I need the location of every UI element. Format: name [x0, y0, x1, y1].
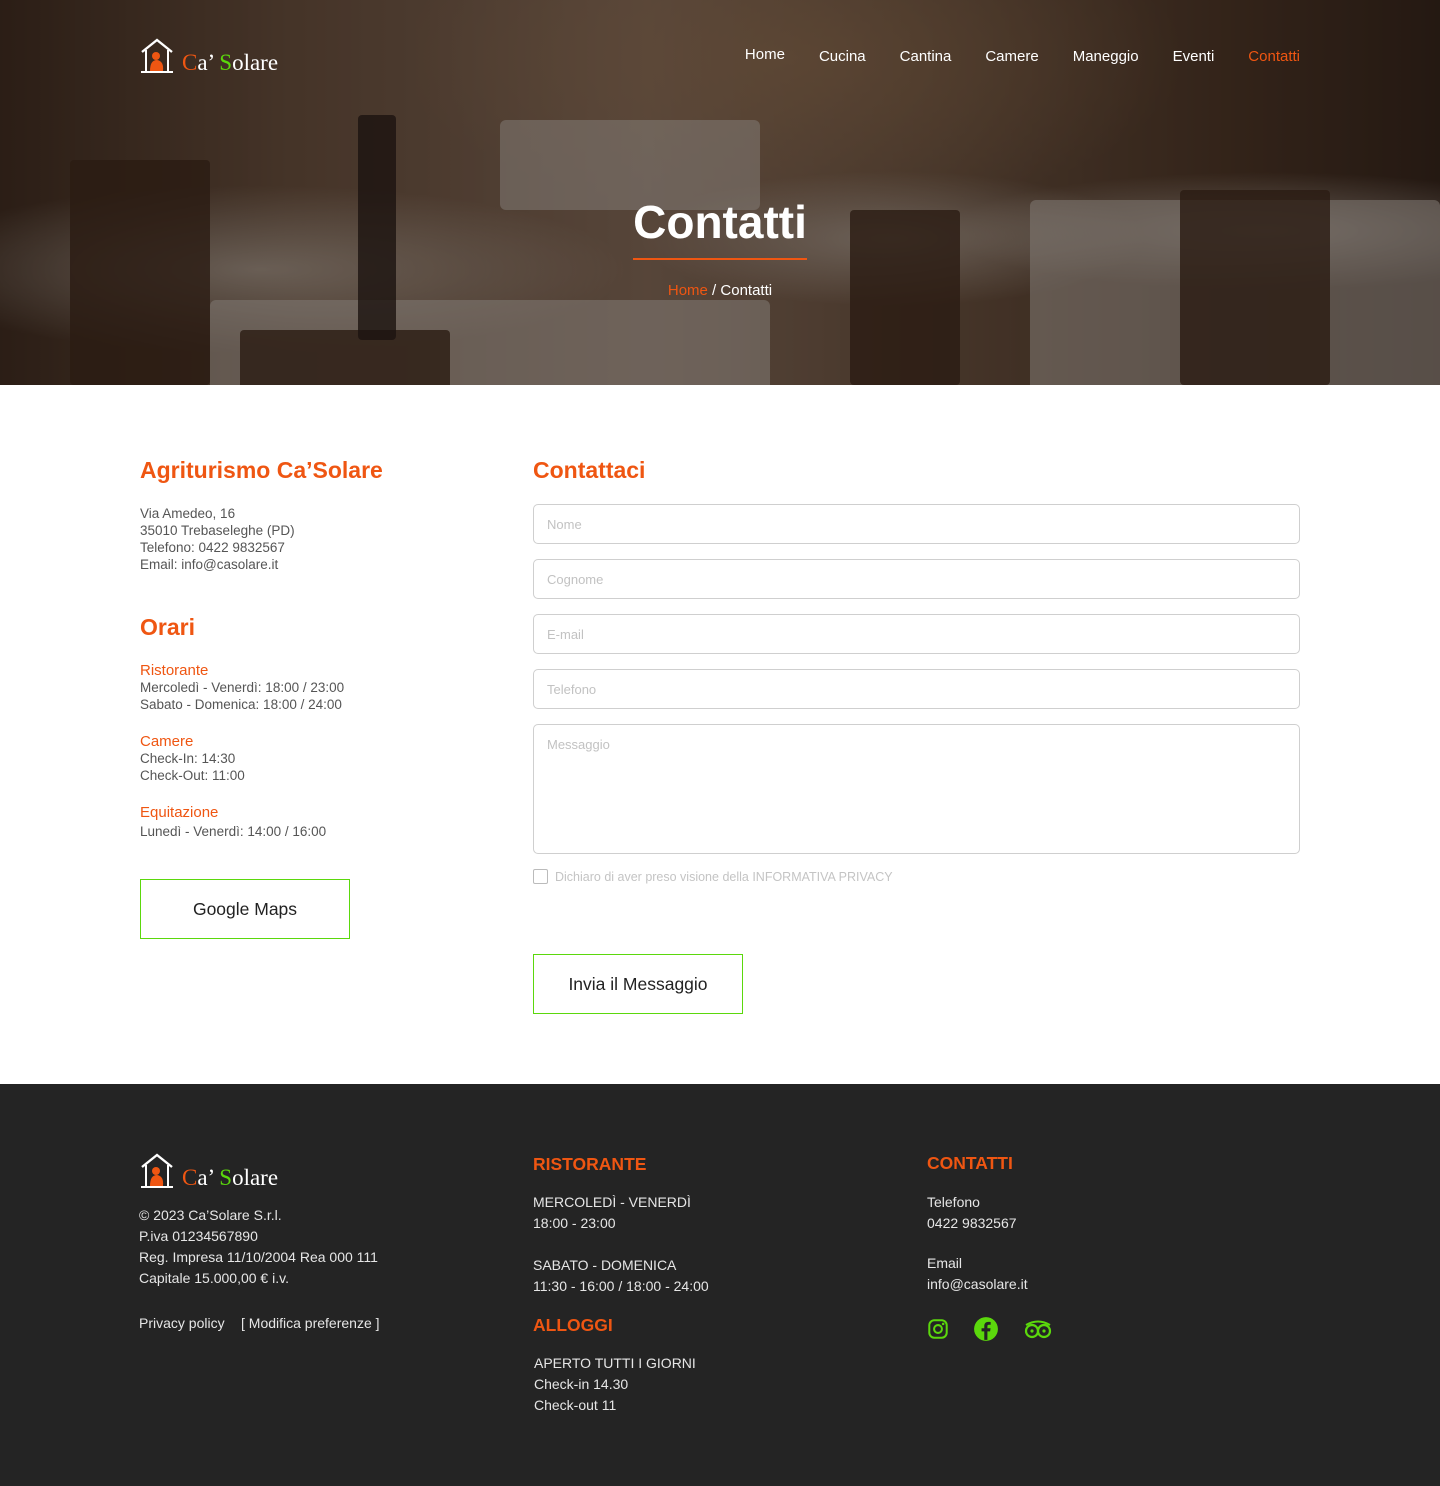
tripadvisor-icon[interactable] — [1023, 1319, 1053, 1344]
footer-alloggi-line-2: Check-in 14.30 — [534, 1376, 629, 1392]
footer-alloggi-title: ALLOGGI — [533, 1315, 613, 1335]
messaggio-textarea[interactable] — [534, 725, 1299, 853]
nome-field[interactable] — [533, 504, 1300, 544]
info-title: Agriturismo Ca’Solare — [140, 457, 383, 483]
ristorante-label: Ristorante — [140, 662, 209, 679]
cookie-preferences-link[interactable]: [ Modifica preferenze ] — [241, 1313, 380, 1334]
phone-text: Telefono: 0422 9832567 — [140, 540, 285, 555]
cognome-field[interactable] — [533, 559, 1300, 599]
hero-banner: Ca’ Solare Home Cucina Cantina Camere Ma… — [0, 0, 1440, 385]
breadcrumb: Home / Contatti — [0, 282, 1440, 299]
camere-label: Camere — [140, 733, 194, 750]
nav-item-home[interactable]: Home — [745, 46, 785, 63]
nav-item-contatti[interactable]: Contatti — [1248, 48, 1300, 65]
cognome-input[interactable] — [534, 560, 1299, 598]
footer-reg: Reg. Impresa 11/10/2004 Rea 000 111 — [139, 1249, 378, 1265]
logo[interactable]: Ca’ Solare — [140, 38, 278, 74]
email-text: Email: info@casolare.it — [140, 557, 279, 572]
messaggio-field[interactable] — [533, 724, 1300, 854]
breadcrumb-current: Contatti — [720, 282, 773, 299]
footer-rist-days-1: MERCOLEDÌ - VENERDÌ — [533, 1194, 691, 1210]
contact-section: Agriturismo Ca’Solare Via Amedeo, 16 350… — [0, 385, 1440, 1084]
footer-alloggi-line-3: Check-out 11 — [534, 1397, 617, 1413]
facebook-icon[interactable] — [973, 1316, 999, 1347]
footer-piva: P.iva 01234567890 — [139, 1228, 258, 1244]
footer-logo-wordmark: Ca’ Solare — [182, 1165, 279, 1190]
privacy-consent[interactable]: Dichiaro di aver preso visione della INF… — [533, 869, 893, 884]
footer: Ca’ Solare © 2023 Ca’Solare S.r.l. P.iva… — [0, 1084, 1440, 1486]
footer-tel-value[interactable]: 0422 9832567 — [927, 1213, 1017, 1234]
ristorante-hours-1: Mercoledì - Venerdì: 18:00 / 23:00 — [140, 680, 345, 695]
ristorante-hours-2: Sabato - Domenica: 18:00 / 24:00 — [140, 697, 342, 712]
nav-item-maneggio[interactable]: Maneggio — [1073, 48, 1139, 65]
telefono-field[interactable] — [533, 669, 1300, 709]
footer-logo-house-icon — [141, 1153, 173, 1188]
footer-alloggi-line-1: APERTO TUTTI I GIORNI — [534, 1355, 696, 1371]
page-title: Contatti — [633, 196, 807, 248]
footer-copyright: © 2023 Ca’Solare S.r.l. — [139, 1207, 282, 1223]
nav-item-cantina[interactable]: Cantina — [900, 48, 952, 65]
address-line-1: Via Amedeo, 16 — [140, 506, 236, 521]
footer-rist-hours-1: 18:00 - 23:00 — [533, 1215, 616, 1231]
breadcrumb-home-link[interactable]: Home — [668, 282, 708, 299]
footer-contatti-title: CONTATTI — [927, 1153, 1013, 1173]
footer-rist-hours-2: 11:30 - 16:00 / 18:00 - 24:00 — [533, 1278, 709, 1294]
camere-hours-2: Check-Out: 11:00 — [140, 768, 245, 783]
camere-hours-1: Check-In: 14:30 — [140, 751, 236, 766]
equitazione-hours: Lunedì - Venerdì: 14:00 / 16:00 — [140, 824, 327, 839]
footer-email-label: Email — [927, 1255, 963, 1271]
hours-title: Orari — [140, 614, 195, 640]
nav-item-eventi[interactable]: Eventi — [1173, 48, 1215, 65]
nav-item-cucina[interactable]: Cucina — [819, 48, 866, 65]
main-nav: Home Cucina Cantina Camere Maneggio Even… — [745, 46, 1300, 65]
footer-capitale: Capitale 15.000,00 € i.v. — [139, 1270, 289, 1286]
privacy-checkbox[interactable] — [533, 869, 548, 884]
telefono-input[interactable] — [534, 670, 1299, 708]
instagram-icon[interactable] — [927, 1318, 949, 1345]
footer-logo[interactable]: Ca’ Solare — [140, 1153, 278, 1189]
nome-input[interactable] — [534, 505, 1299, 543]
email-field[interactable] — [533, 614, 1300, 654]
form-title: Contattaci — [533, 457, 646, 483]
email-input[interactable] — [534, 615, 1299, 653]
logo-wordmark: Ca’ Solare — [182, 50, 279, 75]
google-maps-button[interactable]: Google Maps — [140, 879, 350, 939]
breadcrumb-separator: / — [707, 282, 721, 299]
nav-item-camere[interactable]: Camere — [985, 48, 1038, 65]
title-underline — [633, 258, 807, 260]
footer-ristorante-title: RISTORANTE — [533, 1154, 647, 1174]
footer-rist-days-2: SABATO - DOMENICA — [533, 1257, 677, 1273]
privacy-label[interactable]: Dichiaro di aver preso visione della INF… — [555, 870, 893, 884]
address-line-2: 35010 Trebaseleghe (PD) — [140, 523, 295, 538]
footer-tel-label: Telefono — [927, 1194, 980, 1210]
equitazione-label: Equitazione — [140, 804, 219, 821]
social-links — [927, 1316, 1053, 1347]
submit-button[interactable]: Invia il Messaggio — [533, 954, 743, 1014]
footer-email-value[interactable]: info@casolare.it — [927, 1274, 1028, 1295]
privacy-policy-link[interactable]: Privacy policy — [139, 1313, 225, 1334]
logo-house-icon — [141, 38, 173, 73]
